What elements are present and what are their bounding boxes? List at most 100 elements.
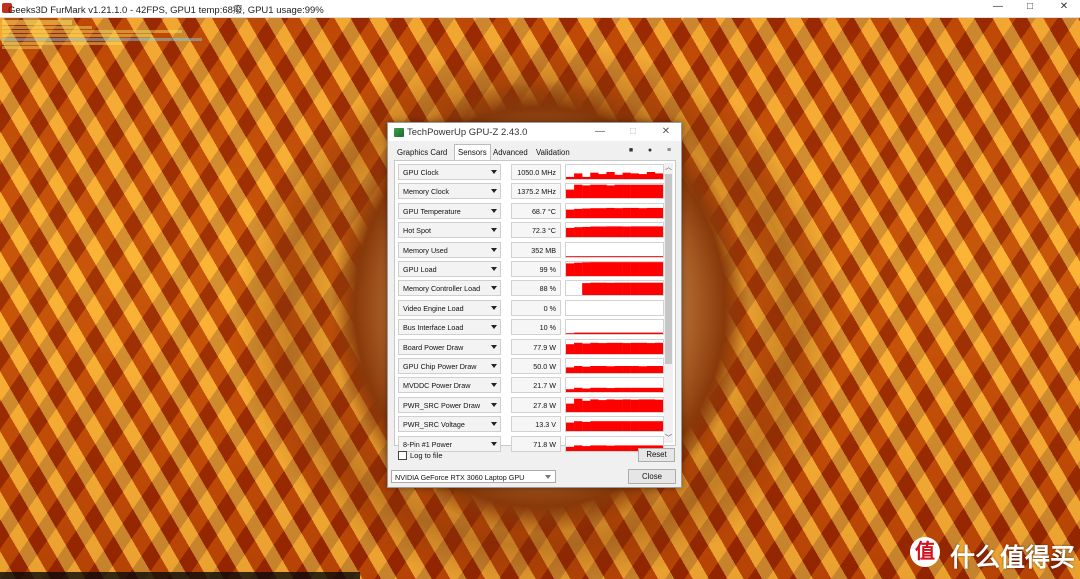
sensor-graph-bar	[582, 343, 591, 354]
sensor-graph-bar	[606, 172, 615, 179]
gpuz-maximize-button[interactable]: □	[626, 126, 640, 137]
scroll-thumb[interactable]	[665, 174, 672, 364]
sensor-graph-bar	[630, 421, 639, 432]
log-to-file-label: Log to file	[410, 451, 443, 460]
sensor-graph-bar	[590, 283, 599, 296]
close-button[interactable]: ✕	[1056, 1, 1072, 12]
gpuz-titlebar[interactable]: TechPowerUp GPU-Z 2.43.0 — □ ✕	[388, 123, 681, 141]
sensor-name-dropdown[interactable]: 8-Pin #1 Power	[398, 435, 501, 452]
sensor-value: 88 %	[511, 280, 561, 297]
sensor-name-dropdown[interactable]: Memory Used	[398, 241, 501, 258]
sensor-graph-bar	[590, 185, 599, 199]
sensor-name-dropdown[interactable]: PWR_SRC Power Draw	[398, 396, 501, 413]
sensor-name-dropdown[interactable]: Bus Interface Load	[398, 319, 501, 336]
sensor-name-dropdown[interactable]: Video Engine Load	[398, 299, 501, 316]
sensor-graph-bar	[622, 255, 631, 257]
sensor-graph-bar	[606, 399, 615, 412]
sensor-name-dropdown[interactable]: Hot Spot	[398, 222, 501, 239]
sensor-name-dropdown[interactable]: GPU Temperature	[398, 202, 501, 219]
sensor-name-dropdown[interactable]: GPU Chip Power Draw	[398, 358, 501, 374]
sensor-value: 77.9 W	[511, 338, 561, 355]
tab-validation[interactable]: Validation	[536, 146, 570, 160]
sensor-graph-bar	[614, 366, 623, 373]
sensor-name-dropdown[interactable]: GPU Clock	[398, 164, 501, 180]
tab-sensors[interactable]: Sensors	[454, 144, 491, 161]
sensor-graph-bar	[654, 399, 663, 412]
sensor-name-dropdown[interactable]: MVDDC Power Draw	[398, 377, 501, 394]
dropdown-arrow-icon	[491, 170, 497, 174]
sensors-scrollbar[interactable]: ︿ ﹀	[664, 163, 673, 443]
refresh-icon[interactable]: ●	[645, 147, 655, 154]
furmark-window-title: Geeks3D FurMark v1.21.1.0 - 42FPS, GPU1 …	[8, 5, 324, 16]
sensor-name-label: GPU Clock	[403, 168, 439, 177]
sensor-graph-bar	[654, 421, 663, 432]
sensor-value: 1375.2 MHz	[511, 183, 561, 200]
sensor-graph-bar	[614, 185, 623, 199]
minimize-button[interactable]: —	[990, 1, 1006, 12]
sensor-graph-bar	[614, 207, 623, 218]
gpuz-minimize-button[interactable]: —	[593, 126, 607, 137]
sensor-graph-bar	[598, 444, 607, 451]
sensor-graph-bar	[622, 421, 631, 432]
dropdown-arrow-icon	[491, 189, 497, 194]
sensor-graph-bar	[654, 185, 663, 199]
dropdown-arrow-icon	[491, 325, 497, 330]
sensor-graph-bar	[582, 400, 591, 412]
close-button[interactable]: Close	[628, 469, 676, 484]
sensor-graph-bar	[582, 283, 591, 296]
tab-advanced[interactable]: Advanced	[493, 146, 528, 160]
sensor-graph-bar	[566, 333, 575, 335]
sensor-name-dropdown[interactable]: Memory Controller Load	[398, 280, 501, 297]
sensor-graph-bar	[590, 342, 599, 354]
sensor-graph-bar	[622, 332, 631, 335]
sensor-row: Memory Clock 1375.2 MHz	[398, 183, 664, 201]
menu-icon[interactable]: ≡	[664, 147, 674, 154]
sensor-graph-bar	[638, 226, 648, 238]
maximize-button[interactable]: □	[1022, 1, 1038, 12]
dropdown-arrow-icon	[491, 305, 497, 310]
sensor-graph-bar	[590, 332, 599, 335]
reset-button[interactable]: Reset	[638, 448, 675, 462]
sensor-value: 21.7 W	[511, 377, 561, 394]
sensor-row: GPU Load 99 %	[398, 261, 664, 279]
sensor-graph	[565, 164, 664, 180]
sensor-graph-bar	[598, 399, 607, 412]
sensor-name-dropdown[interactable]: Memory Clock	[398, 183, 501, 200]
sensor-graph-bar	[574, 388, 583, 393]
sensor-row: GPU Temperature 68.7 °C	[398, 202, 664, 221]
sensor-graph-bar	[654, 342, 663, 354]
dropdown-arrow-icon	[491, 267, 497, 271]
sensor-name-dropdown[interactable]: GPU Load	[398, 261, 501, 277]
sensor-graph-bar	[606, 332, 615, 335]
sensor-graph	[565, 280, 664, 297]
sensor-graph-bar	[622, 262, 631, 276]
sensor-name-label: Bus Interface Load	[403, 323, 464, 333]
sensor-graph-bar	[654, 173, 663, 179]
sensor-graph-bar	[574, 421, 583, 432]
sensor-graph-bar	[566, 446, 575, 451]
sensor-graph-bar	[606, 421, 615, 432]
dropdown-arrow-icon	[491, 247, 497, 252]
sensor-graph-bar	[630, 366, 639, 373]
sensor-row: Hot Spot 72.3 °C	[398, 222, 664, 240]
sensor-graph-bar	[622, 388, 631, 393]
sensor-graph-bar	[622, 172, 631, 179]
sensor-graph	[565, 319, 664, 336]
sensor-graph-bar	[646, 399, 656, 412]
camera-icon[interactable]: ■	[626, 147, 636, 154]
sensor-graph-bar	[606, 262, 615, 276]
sensor-graph-bar	[574, 227, 583, 238]
gpuz-close-button[interactable]: ✕	[659, 126, 673, 137]
sensor-name-dropdown[interactable]: PWR_SRC Voltage	[398, 416, 501, 433]
gpu-select-dropdown[interactable]: NVIDIA GeForce RTX 3060 Laptop GPU	[391, 470, 556, 483]
scroll-down-arrow-icon[interactable]: ﹀	[664, 434, 673, 443]
sensor-graph-bar	[574, 185, 583, 199]
sensor-graph-bar	[566, 403, 575, 412]
scroll-up-arrow-icon[interactable]: ︿	[664, 163, 673, 172]
sensor-graph-bar	[606, 226, 615, 238]
log-to-file-checkbox[interactable]	[398, 451, 407, 460]
tab-graphics-card[interactable]: Graphics Card	[397, 146, 447, 160]
sensor-name-dropdown[interactable]: Board Power Draw	[398, 338, 501, 355]
sensor-graph-bar	[638, 399, 648, 412]
sensor-graph-bar	[638, 332, 648, 335]
